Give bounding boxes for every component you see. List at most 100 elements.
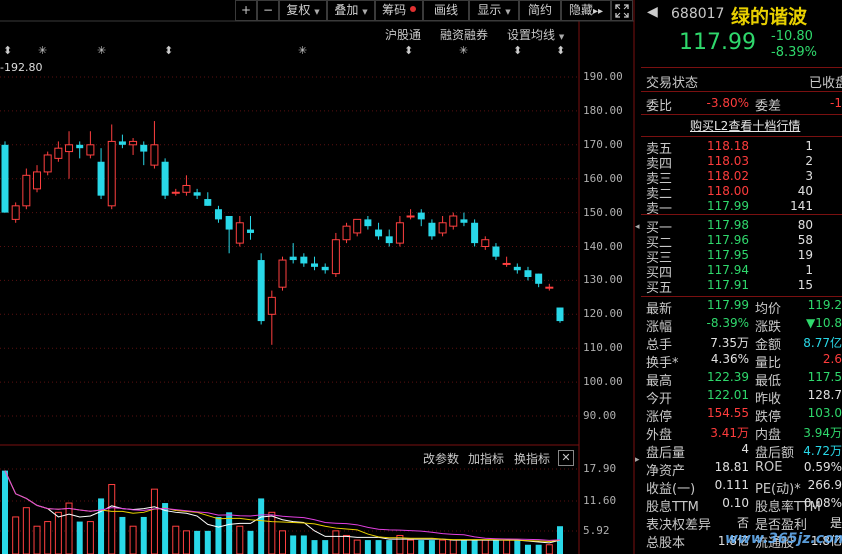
back-arrow-icon[interactable]: ◀: [647, 4, 658, 20]
candle: [438, 215, 447, 237]
display-button[interactable]: 显示 ▼: [469, 0, 519, 21]
stat-value: 4: [741, 442, 749, 456]
book-volume: 1: [805, 263, 813, 277]
l2-link[interactable]: 购买L2查看十档行情: [690, 117, 800, 134]
fuquan-button[interactable]: 复权 ▼: [279, 0, 327, 21]
overlay-button[interactable]: 叠加 ▼: [327, 0, 375, 21]
volume-bar: [44, 521, 52, 554]
stat-label: 昨收: [755, 392, 782, 407]
stat-label: 量比: [755, 356, 782, 371]
simple-button[interactable]: 简约: [519, 0, 561, 21]
y-tick-label: 180.00: [583, 103, 623, 117]
stat-label: 总手: [646, 338, 673, 353]
hugu-link[interactable]: 沪股通: [385, 26, 421, 43]
candle: [33, 165, 42, 193]
trade-status-label: 交易状态: [646, 76, 699, 91]
book-price: 118.02: [707, 169, 749, 183]
volume-bar: [236, 525, 244, 554]
candle: [118, 134, 126, 149]
splitter-handle-icon[interactable]: ◂: [635, 222, 640, 232]
display-label: 显示: [477, 3, 502, 17]
app-window: + − 复权 ▼ 叠加 ▼ 筹码 画线 显示 ▼ 简约 隐藏▸▸ 沪股通 融资融…: [0, 0, 842, 554]
splitter-handle-icon[interactable]: ▸: [635, 455, 640, 465]
dropdown-icon: ▼: [505, 8, 511, 16]
book-price: 117.91: [707, 278, 749, 292]
volume-bar: [343, 534, 351, 554]
chip-button[interactable]: 筹码: [375, 0, 423, 21]
candle: [278, 256, 287, 291]
volume-ma-line: [4, 470, 561, 544]
edit-params-button[interactable]: 改参数: [423, 450, 459, 467]
latest-price: 117.99: [679, 30, 756, 55]
volume-bar: [279, 530, 286, 554]
candle: [1, 141, 9, 213]
volume-bar: [226, 512, 233, 554]
candle: [107, 124, 116, 210]
dropdown-icon: ▼: [558, 33, 565, 41]
candle: [11, 202, 20, 223]
volume-tick-label: 11.60: [583, 494, 617, 507]
stat-label: 最低: [755, 374, 782, 389]
candle: [225, 215, 233, 254]
volume-bar: [545, 544, 553, 554]
stat-value: 是: [829, 516, 842, 530]
close-indicator-icon[interactable]: ✕: [558, 450, 574, 466]
book-level-label: 买五: [646, 281, 673, 296]
chip-label: 筹码: [382, 3, 407, 17]
volume-bar: [33, 525, 41, 554]
volume-bar: [460, 540, 467, 554]
margin-link[interactable]: 融资融券: [440, 26, 488, 43]
candle: [129, 138, 138, 155]
y-tick-label: 120.00: [583, 307, 623, 321]
zoom-out-button[interactable]: −: [257, 0, 279, 21]
event-marker-icon: ⬍: [556, 44, 566, 57]
book-price: 117.94: [707, 263, 749, 277]
hide-button[interactable]: 隐藏▸▸: [561, 0, 611, 21]
book-price: 118.03: [707, 154, 749, 168]
candle: [235, 215, 244, 247]
volume-bar: [407, 539, 415, 554]
price-change: -10.80: [771, 29, 813, 44]
stat-label: 内盘: [755, 428, 782, 443]
y-tick-label: 190.00: [583, 70, 623, 83]
switch-indicator-button[interactable]: 换指标: [514, 450, 550, 467]
candle: [449, 212, 458, 230]
zoom-in-button[interactable]: +: [235, 0, 257, 21]
candle: [246, 215, 254, 240]
book-volume: 141: [790, 199, 813, 213]
ma-setting-button[interactable]: 设置均线 ▼: [507, 26, 564, 43]
stat-label: 收益(一): [646, 482, 696, 497]
volume-bar: [503, 539, 511, 554]
book-volume: 2: [805, 154, 813, 168]
volume-bar: [22, 507, 30, 554]
dropdown-icon: ▼: [362, 8, 368, 16]
add-indicator-button[interactable]: 加指标: [468, 450, 504, 467]
volume-ma-line: [4, 470, 561, 542]
double-arrow-icon: ▸▸: [592, 6, 604, 17]
stat-value: 7.35万: [710, 336, 749, 350]
volume-bar: [194, 530, 201, 554]
candle: [406, 209, 415, 220]
volume-bar: [247, 530, 254, 554]
stat-value: 否: [736, 516, 749, 530]
volume-bar: [76, 521, 83, 554]
volume-bar: [2, 470, 8, 554]
stat-label: 涨停: [646, 410, 673, 425]
volume-tick-label: 5.92: [583, 524, 610, 537]
expand-icon[interactable]: [611, 0, 633, 21]
stat-value: 122.01: [707, 388, 749, 402]
weibi-label: 委比: [646, 99, 673, 114]
volume-bar: [311, 540, 318, 554]
stock-name: 绿的谐波: [731, 6, 808, 28]
candle: [311, 256, 319, 271]
y-tick-label: 140.00: [583, 239, 623, 253]
book-volume: 3: [805, 169, 813, 183]
stat-label: 换手*: [646, 356, 679, 371]
candle: [513, 263, 521, 274]
candle: [182, 175, 191, 196]
book-volume: 19: [797, 248, 813, 262]
volume-bar: [204, 530, 211, 554]
draw-line-button[interactable]: 画线: [423, 0, 469, 21]
stat-label: 涨跌: [755, 320, 782, 335]
stock-code: 688017: [671, 6, 725, 22]
